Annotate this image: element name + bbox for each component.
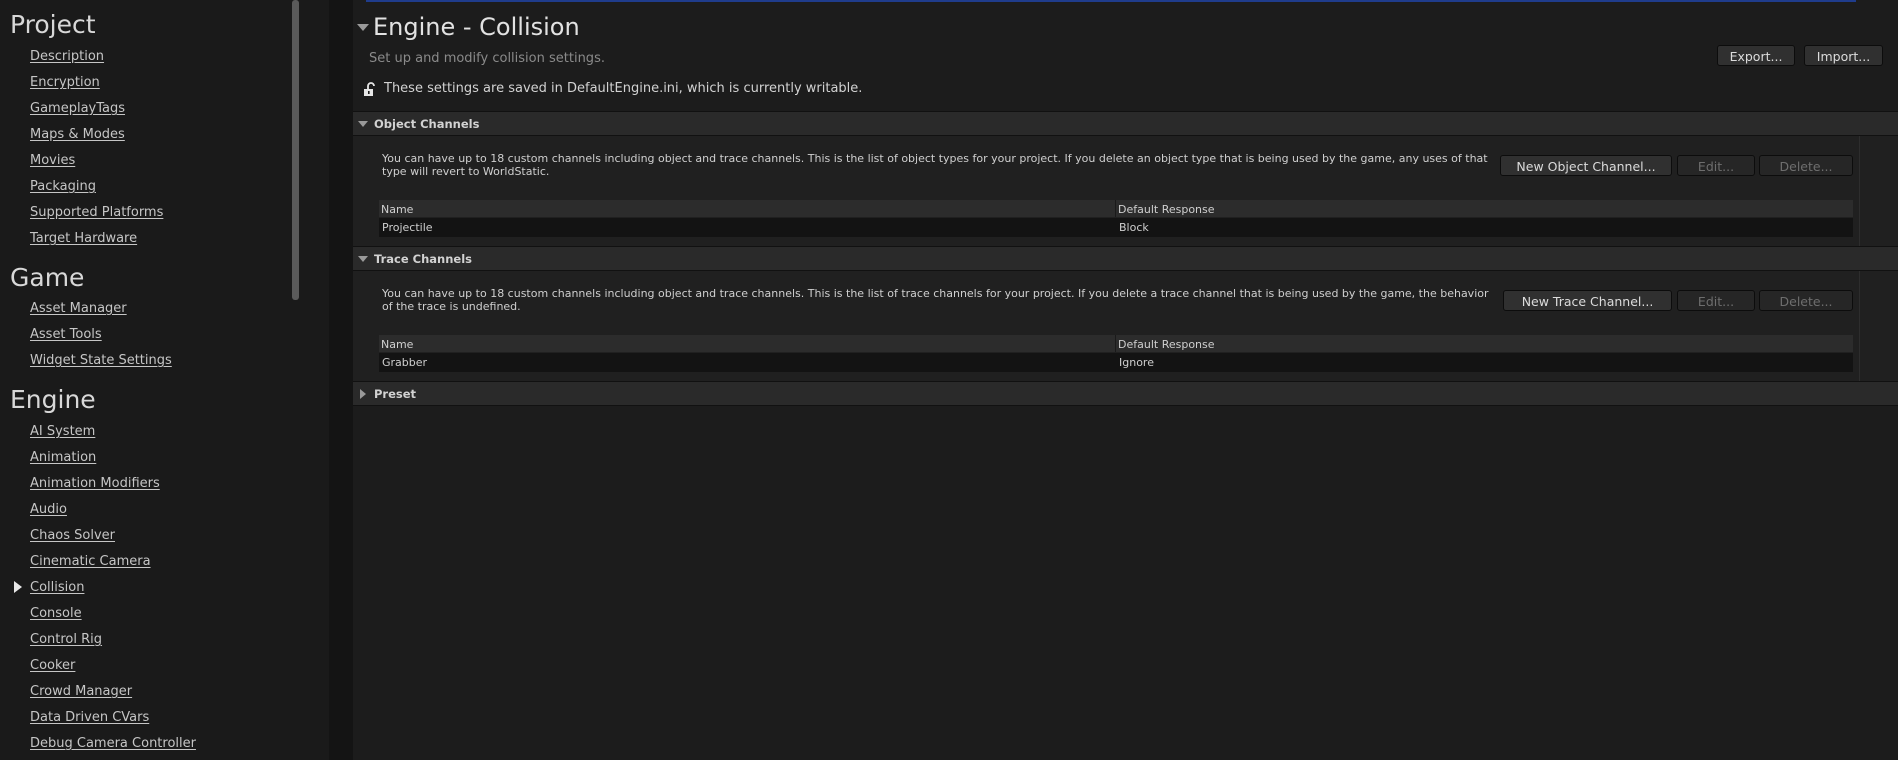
sidebar-item-collision[interactable]: Collision bbox=[30, 580, 84, 595]
sidebar-scrollbar[interactable] bbox=[292, 0, 299, 300]
delete-trace-channel-button[interactable]: Delete... bbox=[1759, 290, 1853, 311]
column-divider bbox=[1115, 200, 1116, 217]
sidebar-item-data-driven-cvars[interactable]: Data Driven CVars bbox=[30, 710, 149, 725]
sidebar-item-maps-modes[interactable]: Maps & Modes bbox=[30, 127, 125, 142]
splitter[interactable] bbox=[329, 0, 353, 760]
settings-panel: Engine - Collision Set up and modify col… bbox=[353, 0, 1898, 760]
page-subtitle: Set up and modify collision settings. bbox=[369, 51, 605, 66]
preset-header[interactable]: Preset bbox=[353, 381, 1898, 406]
row-default-response: Block bbox=[1119, 221, 1149, 234]
table-row[interactable]: Projectile Block bbox=[379, 218, 1853, 237]
category-title-engine: Engine bbox=[10, 385, 96, 414]
sidebar-item-debug-camera-controller[interactable]: Debug Camera Controller bbox=[30, 736, 196, 751]
sidebar-item-console[interactable]: Console bbox=[30, 606, 82, 621]
trace-channels-body: You can have up to 18 custom channels in… bbox=[353, 271, 1898, 381]
object-channels-header[interactable]: Object Channels bbox=[353, 111, 1898, 136]
row-name: Projectile bbox=[382, 221, 433, 234]
sidebar-item-animation[interactable]: Animation bbox=[30, 450, 96, 465]
column-header-name[interactable]: Name bbox=[381, 338, 413, 351]
section-label: Trace Channels bbox=[374, 252, 472, 266]
trace-table-header: Name Default Response bbox=[379, 335, 1853, 352]
sidebar-item-control-rig[interactable]: Control Rig bbox=[30, 632, 102, 647]
column-header-name[interactable]: Name bbox=[381, 203, 413, 216]
row-default-response: Ignore bbox=[1119, 356, 1154, 369]
sidebar-item-target-hardware[interactable]: Target Hardware bbox=[30, 231, 137, 246]
sidebar-item-encryption[interactable]: Encryption bbox=[30, 75, 100, 90]
object-channels-body: You can have up to 18 custom channels in… bbox=[353, 136, 1898, 246]
import-button[interactable]: Import... bbox=[1804, 45, 1883, 66]
category-title-game: Game bbox=[10, 263, 85, 292]
sidebar-item-asset-manager[interactable]: Asset Manager bbox=[30, 301, 127, 316]
sidebar-item-cinematic-camera[interactable]: Cinematic Camera bbox=[30, 554, 151, 569]
panel-divider bbox=[1859, 136, 1860, 246]
sidebar-item-supported-platforms[interactable]: Supported Platforms bbox=[30, 205, 163, 220]
sidebar-item-cooker[interactable]: Cooker bbox=[30, 658, 75, 673]
edit-object-channel-button[interactable]: Edit... bbox=[1677, 155, 1755, 176]
sidebar-item-widget-state-settings[interactable]: Widget State Settings bbox=[30, 353, 172, 368]
edit-trace-channel-button[interactable]: Edit... bbox=[1677, 290, 1755, 311]
sidebar-item-description[interactable]: Description bbox=[30, 49, 104, 64]
column-header-default-response[interactable]: Default Response bbox=[1118, 338, 1215, 351]
page-title: Engine - Collision bbox=[373, 13, 580, 41]
trace-channels-header[interactable]: Trace Channels bbox=[353, 246, 1898, 271]
sidebar-item-packaging[interactable]: Packaging bbox=[30, 179, 96, 194]
new-trace-channel-button[interactable]: New Trace Channel... bbox=[1503, 290, 1672, 311]
expand-arrow-icon bbox=[358, 256, 368, 262]
top-accent-bar bbox=[366, 0, 1856, 2]
category-title-project: Project bbox=[10, 10, 96, 39]
row-name: Grabber bbox=[382, 356, 428, 369]
sidebar-item-asset-tools[interactable]: Asset Tools bbox=[30, 327, 102, 342]
selected-arrow-icon bbox=[14, 581, 22, 593]
sidebar-item-ai-system[interactable]: AI System bbox=[30, 424, 95, 439]
sidebar-item-animation-modifiers[interactable]: Animation Modifiers bbox=[30, 476, 160, 491]
export-button[interactable]: Export... bbox=[1717, 45, 1795, 66]
expand-arrow-icon bbox=[358, 121, 368, 127]
sidebar-item-audio[interactable]: Audio bbox=[30, 502, 67, 517]
trace-channels-description: You can have up to 18 custom channels in… bbox=[382, 287, 1489, 313]
object-table-header: Name Default Response bbox=[379, 200, 1853, 217]
panel-divider bbox=[1859, 271, 1860, 381]
section-label: Object Channels bbox=[374, 117, 480, 131]
sidebar-item-gameplaytags[interactable]: GameplayTags bbox=[30, 101, 125, 116]
sidebar-item-chaos-solver[interactable]: Chaos Solver bbox=[30, 528, 115, 543]
column-divider bbox=[1115, 335, 1116, 352]
collapse-arrow-icon[interactable] bbox=[357, 24, 369, 31]
table-row[interactable]: Grabber Ignore bbox=[379, 353, 1853, 372]
config-status-text: These settings are saved in DefaultEngin… bbox=[384, 81, 863, 96]
object-channels-description: You can have up to 18 custom channels in… bbox=[382, 152, 1488, 178]
unlocked-icon bbox=[364, 82, 375, 96]
section-label: Preset bbox=[374, 387, 417, 401]
delete-object-channel-button[interactable]: Delete... bbox=[1759, 155, 1853, 176]
new-object-channel-button[interactable]: New Object Channel... bbox=[1500, 155, 1672, 176]
sidebar-item-movies[interactable]: Movies bbox=[30, 153, 75, 168]
settings-sidebar: Project Description Encryption GameplayT… bbox=[0, 0, 329, 760]
column-header-default-response[interactable]: Default Response bbox=[1118, 203, 1215, 216]
sidebar-item-crowd-manager[interactable]: Crowd Manager bbox=[30, 684, 132, 699]
expand-arrow-icon bbox=[360, 389, 366, 399]
